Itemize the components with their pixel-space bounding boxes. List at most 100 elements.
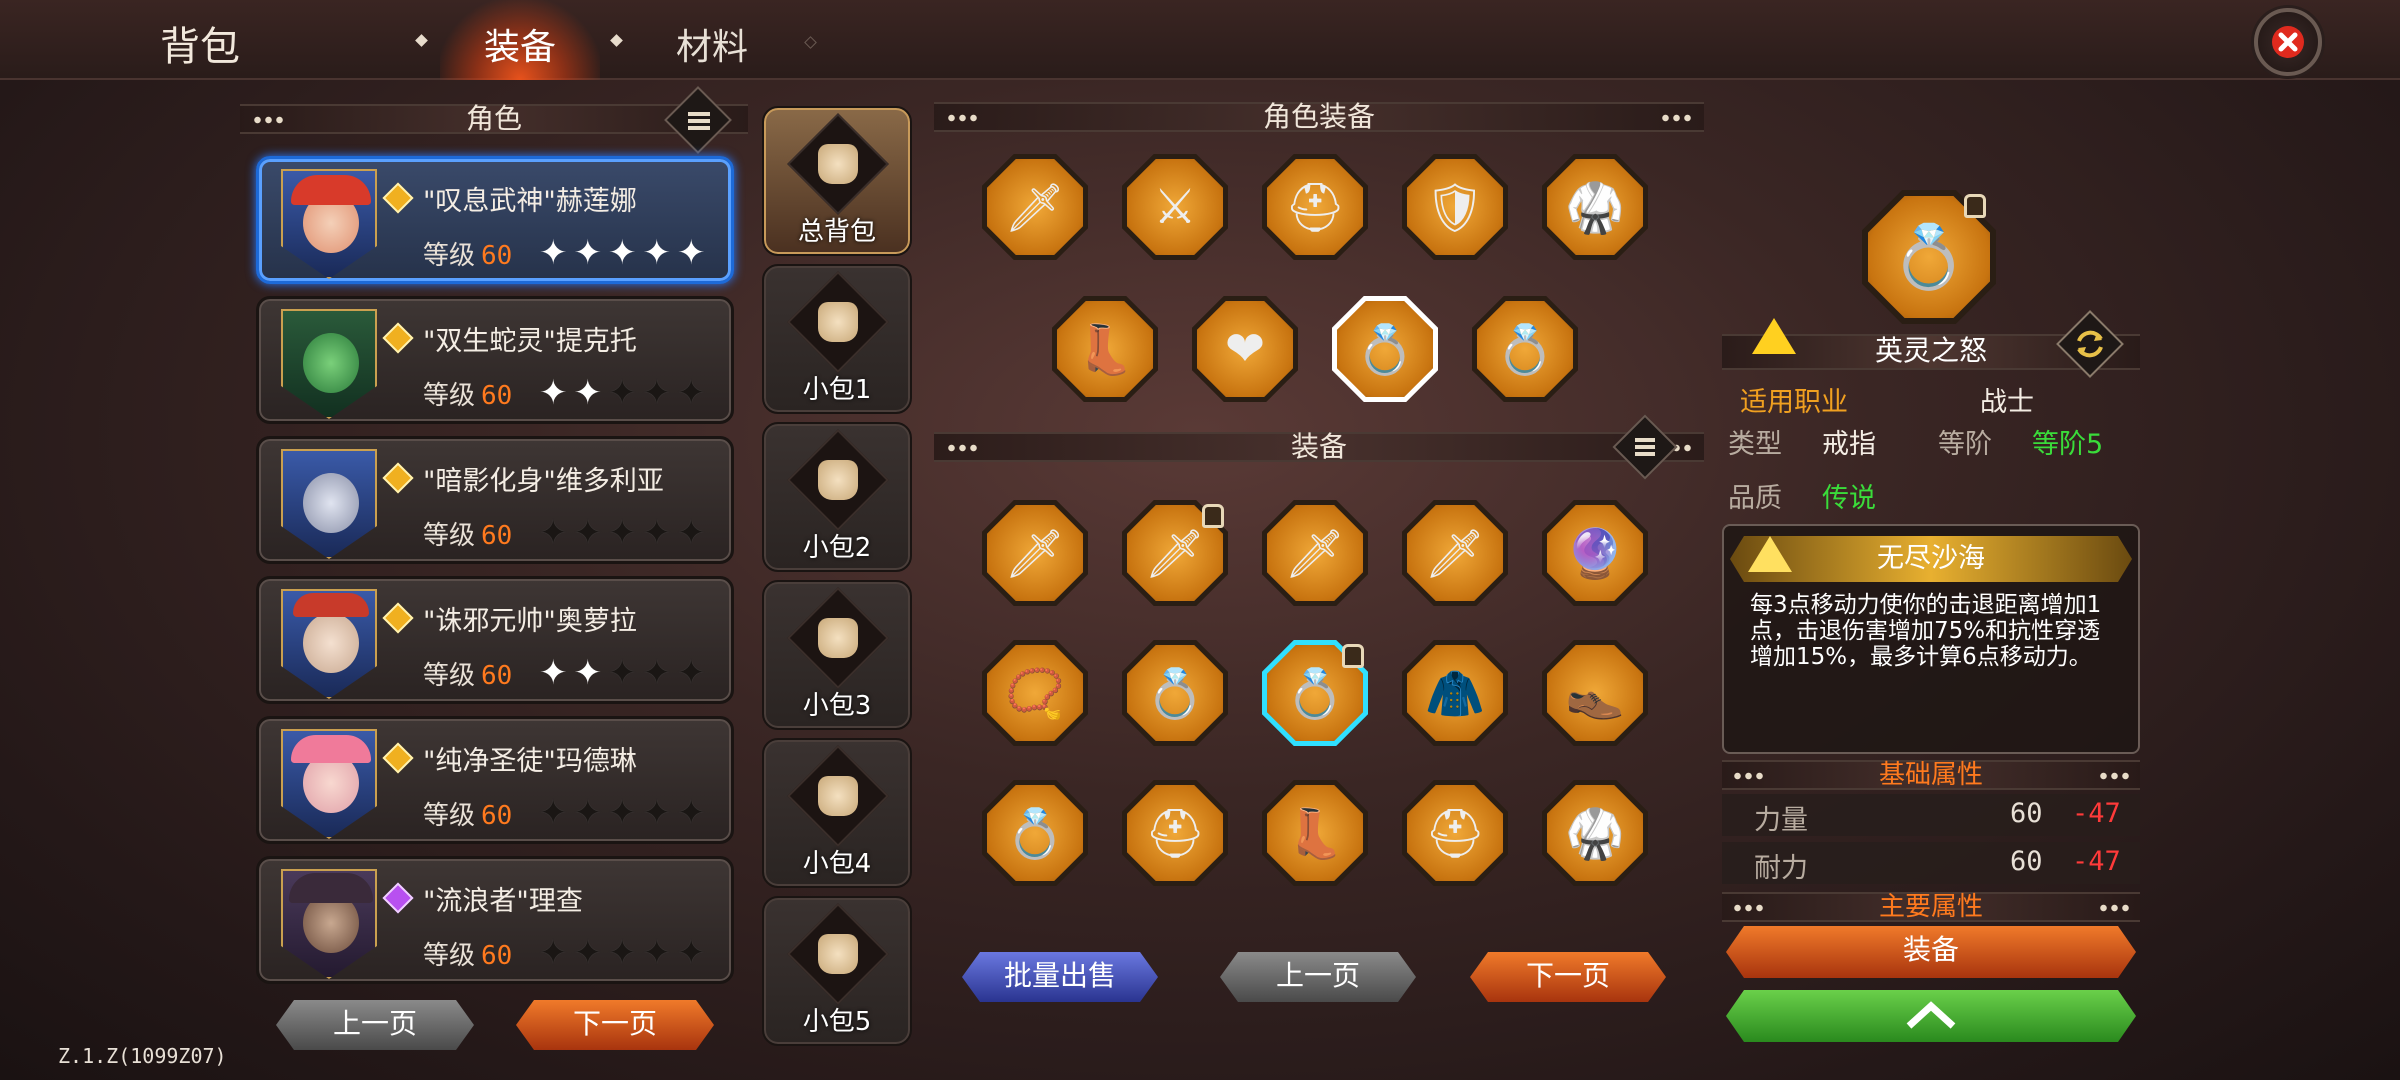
character-card[interactable]: "叹息武神"赫莲娜 等级 60 ✦✦✦✦✦ — [256, 156, 734, 284]
equipment-header: 装备 — [934, 432, 1704, 462]
star-empty-icon: ✦ — [642, 793, 677, 833]
characters-prev-page-button[interactable]: 上一页 — [276, 1000, 474, 1050]
level-value: 60 — [481, 801, 513, 831]
avatar-face — [303, 333, 359, 393]
tier-label: 等阶 — [1938, 429, 1992, 460]
inventory-slot[interactable]: 🥋 — [1542, 780, 1648, 886]
type-label: 类型 — [1728, 429, 1782, 460]
gold-helmet-icon: ⛑ — [1407, 785, 1503, 881]
character-card[interactable]: "流浪者"理查 等级 60 ✦✦✦✦✦ — [256, 856, 734, 984]
equipped-weapon-slot[interactable]: 🗡 — [982, 154, 1088, 260]
level-label: 等级 — [423, 941, 476, 971]
bag-label: 小包4 — [802, 849, 872, 879]
equipped-offhand-slot[interactable]: ⚔ — [1122, 154, 1228, 260]
inventory-slot[interactable]: 🧥 — [1402, 640, 1508, 746]
bag-small-3[interactable]: 小包3 — [762, 580, 912, 730]
characters-next-page-button[interactable]: 下一页 — [516, 1000, 714, 1050]
star-empty-icon: ✦ — [608, 793, 643, 833]
close-icon — [2278, 32, 2298, 52]
close-button[interactable] — [2254, 8, 2322, 76]
base-attributes-title: 基础属性 — [1878, 760, 1983, 790]
equipped-ring-slot[interactable]: 💍 — [1472, 296, 1578, 402]
steel-sword-icon: 🗡 — [987, 505, 1083, 601]
star-filled-icon: ✦ — [573, 653, 608, 693]
inventory-slot[interactable]: 💍 — [1122, 640, 1228, 746]
blue-ring-icon: 💍 — [1477, 301, 1573, 397]
equipment-prev-page-button[interactable]: 上一页 — [1220, 952, 1416, 1002]
star-empty-icon: ✦ — [539, 793, 574, 833]
bag-main[interactable]: 总背包 — [762, 106, 912, 256]
character-level: 等级 60 — [423, 795, 512, 832]
character-card[interactable]: "诛邪元帅"奥萝拉 等级 60 ✦✦✦✦✦ — [256, 576, 734, 704]
character-card[interactable]: "纯净圣徒"玛德琳 等级 60 ✦✦✦✦✦ — [256, 716, 734, 844]
star-empty-icon: ✦ — [573, 793, 608, 833]
backpack-icon — [787, 113, 889, 215]
heart-amulet-icon: ❤ — [1197, 301, 1293, 397]
inventory-slot[interactable]: 🗡 — [1402, 500, 1508, 606]
character-card[interactable]: "暗影化身"维多利亚 等级 60 ✦✦✦✦✦ — [256, 436, 734, 564]
equipped-armor-slot[interactable]: 🛡 — [1402, 154, 1508, 260]
dots-decoration — [252, 116, 284, 124]
star-empty-icon: ✦ — [642, 653, 677, 693]
star-empty-icon: ✦ — [642, 513, 677, 553]
equip-button[interactable]: 装备 — [1726, 926, 2136, 978]
equipped-boots-slot[interactable]: 👢 — [1052, 296, 1158, 402]
red-cape-icon: 🧥 — [1407, 645, 1503, 741]
equipment-next-page-button[interactable]: 下一页 — [1470, 952, 1666, 1002]
star-empty-icon: ✦ — [573, 933, 608, 973]
dots-decoration — [946, 114, 978, 122]
inventory-slot[interactable]: ⛑ — [1402, 780, 1508, 886]
inventory-slot[interactable]: 🔮 — [1542, 500, 1648, 606]
star-empty-icon: ✦ — [677, 793, 712, 833]
inventory-slot[interactable]: ⛑ — [1122, 780, 1228, 886]
character-equipment-title: 角色装备 — [1262, 100, 1375, 133]
quality-label: 品质 — [1728, 483, 1782, 514]
star-filled-icon: ✦ — [677, 233, 712, 273]
star-empty-icon: ✦ — [677, 373, 712, 413]
tab-equipment[interactable]: 装备 — [484, 18, 556, 70]
stat-row: 耐力 60 -47 — [1722, 842, 2140, 884]
bag-small-4[interactable]: 小包4 — [762, 738, 912, 888]
character-card[interactable]: "双生蛇灵"提克托 等级 60 ✦✦✦✦✦ — [256, 296, 734, 424]
characters-title: 角色 — [465, 102, 522, 135]
rarity-gem-icon — [382, 182, 414, 214]
list-filter-icon — [1635, 438, 1655, 456]
level-label: 等级 — [423, 661, 476, 691]
backpack-shape — [818, 460, 858, 500]
batch-sell-button[interactable]: 批量出售 — [962, 952, 1158, 1002]
backpack-icon — [787, 903, 889, 1005]
inventory-slot[interactable]: 💍 — [982, 780, 1088, 886]
inventory-slot[interactable]: 👞 — [1542, 640, 1648, 746]
tab-materials[interactable]: 材料 — [676, 18, 748, 70]
dots-decoration — [2098, 772, 2130, 780]
level-value: 60 — [481, 661, 513, 691]
rarity-gem-icon — [382, 462, 414, 494]
inventory-slot[interactable]: 🗡 — [1262, 500, 1368, 606]
spiked-helmet-icon: ⛑ — [1127, 785, 1223, 881]
equipped-helmet-slot[interactable]: ⛑ — [1262, 154, 1368, 260]
star-filled-icon: ✦ — [608, 233, 643, 273]
inventory-slot[interactable]: 📿 — [982, 640, 1088, 746]
dark-boots-icon: 👞 — [1547, 645, 1643, 741]
star-empty-icon: ✦ — [677, 933, 712, 973]
inventory-slot[interactable]: 👢 — [1262, 780, 1368, 886]
equipped-ring-slot-selected[interactable]: 💍 — [1332, 296, 1438, 402]
blue-helmet-icon: ⛑ — [1267, 159, 1363, 255]
bag-small-1[interactable]: 小包1 — [762, 264, 912, 414]
star-empty-icon: ✦ — [608, 513, 643, 553]
lock-icon — [1964, 194, 1986, 218]
dark-greaves-icon: 🥋 — [1547, 785, 1643, 881]
backpack-icon — [787, 271, 889, 373]
equipped-amulet-slot[interactable]: ❤ — [1192, 296, 1298, 402]
character-name: "纯净圣徒"玛德琳 — [423, 746, 637, 777]
rarity-gem-icon — [382, 322, 414, 354]
star-rating: ✦✦✦✦✦ — [539, 653, 712, 693]
bag-small-5[interactable]: 小包5 — [762, 896, 912, 1046]
upgrade-button[interactable] — [1726, 990, 2136, 1042]
backpack-icon — [787, 587, 889, 689]
bag-small-2[interactable]: 小包2 — [762, 422, 912, 572]
top-bar — [0, 0, 2400, 80]
character-name: "流浪者"理查 — [423, 886, 583, 917]
inventory-slot[interactable]: 🗡 — [982, 500, 1088, 606]
equipped-greaves-slot[interactable]: 🥋 — [1542, 154, 1648, 260]
